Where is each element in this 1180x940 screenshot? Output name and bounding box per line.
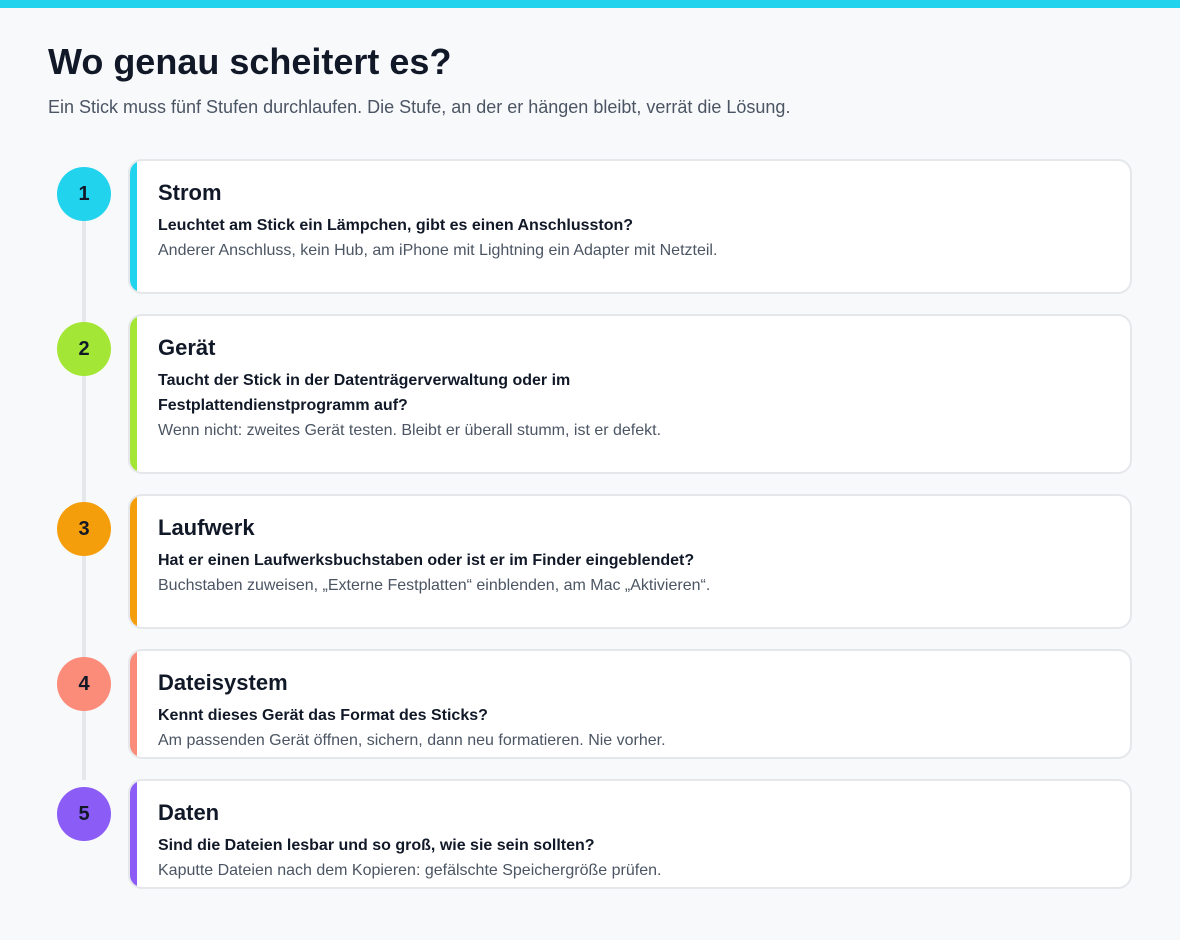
- step-card-geraet: Gerät Taucht der Stick in der Datenträge…: [128, 314, 1132, 474]
- page-title: Wo genau scheitert es?: [48, 41, 452, 82]
- step-title: Dateisystem: [158, 670, 288, 695]
- step-question: Leuchtet am Stick ein Lämpchen, gibt es …: [158, 217, 634, 234]
- step-accent-bar: [130, 651, 137, 757]
- step-number: 5: [78, 802, 90, 825]
- step-hint: Anderer Anschluss, kein Hub, am iPhone m…: [158, 242, 718, 259]
- step-number-badge: 3: [57, 502, 111, 556]
- step-hint: Kaputte Dateien nach dem Kopieren: gefäl…: [158, 862, 662, 879]
- page-subtitle: Ein Stick muss fünf Stufen durchlaufen. …: [48, 97, 791, 117]
- step-card-laufwerk: Laufwerk Hat er einen Laufwerksbuchstabe…: [128, 494, 1132, 629]
- step-number: 2: [78, 337, 90, 360]
- step-question: Kennt dieses Gerät das Format des Sticks…: [158, 707, 488, 724]
- step-question: Taucht der Stick in der Datenträgerverwa…: [158, 372, 571, 414]
- step-hint: Buchstaben zuweisen, „Externe Festplatte…: [158, 577, 711, 594]
- step-question: Hat er einen Laufwerksbuchstaben oder is…: [158, 552, 695, 569]
- step-number: 1: [78, 182, 90, 205]
- step-card-daten: Daten Sind die Dateien lesbar und so gro…: [128, 779, 1132, 889]
- step-title: Strom: [158, 180, 222, 205]
- step-number-badge: 2: [57, 322, 111, 376]
- step-title: Daten: [158, 800, 220, 825]
- step-question: Sind die Dateien lesbar und so groß, wie…: [158, 837, 595, 854]
- step-number-badge: 4: [57, 657, 111, 711]
- step-accent-bar: [130, 781, 137, 887]
- step-hint: Am passenden Gerät öffnen, sichern, dann…: [158, 732, 666, 749]
- step-number-badge: 5: [57, 787, 111, 841]
- step-card-strom: Strom Leuchtet am Stick ein Lämpchen, gi…: [128, 159, 1132, 294]
- step-card-dateisystem: Dateisystem Kennt dieses Gerät das Forma…: [128, 649, 1132, 759]
- step-number: 3: [78, 517, 90, 540]
- step-accent-bar: [130, 161, 137, 292]
- step-title: Laufwerk: [158, 515, 255, 540]
- step-title: Gerät: [158, 335, 216, 360]
- step-number-badge: 1: [57, 167, 111, 221]
- step-accent-bar: [130, 496, 137, 627]
- step-number: 4: [78, 672, 90, 695]
- step-accent-bar: [130, 316, 137, 472]
- step-hint: Wenn nicht: zweites Gerät testen. Bleibt…: [158, 422, 662, 439]
- top-accent-bar: [0, 0, 1180, 8]
